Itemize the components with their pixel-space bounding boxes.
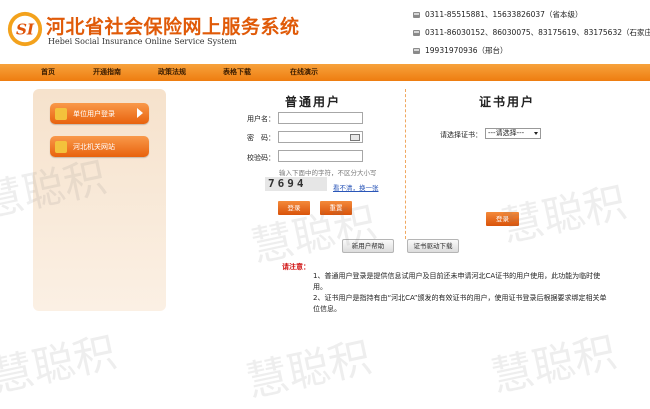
- site-subtitle: Hebei Social Insurance Online Service Sy…: [48, 37, 237, 46]
- login-button[interactable]: 登录: [278, 201, 310, 215]
- sidebar-panel: 单位用户登录 河北机关网站: [33, 89, 166, 311]
- contact-text: 0311-86030152、86030075、83175619、83175632…: [425, 28, 650, 37]
- cert-driver-download-button[interactable]: 证书驱动下载: [407, 239, 459, 253]
- watermark: 慧聪积: [486, 327, 621, 402]
- contact-text: 0311-85515881、15633826037（省本级）: [425, 10, 583, 19]
- chevron-down-icon: [534, 132, 538, 135]
- captcha-input[interactable]: [278, 150, 363, 162]
- watermark: 慧聪积: [246, 197, 381, 272]
- main-nav: 首页 开通指南 政策法规 表格下载 在线演示: [0, 64, 650, 81]
- main-content: 单位用户登录 河北机关网站 普通用户 用户名： 密 码： 校验码： 输入下面中的…: [0, 81, 650, 406]
- watermark: 慧聪积: [241, 332, 376, 407]
- contact-line-1: 0311-85515881、15633826037（省本级）: [413, 9, 582, 20]
- svg-text:SI: SI: [16, 21, 35, 39]
- arrow-right-icon: [137, 108, 143, 118]
- star-icon: [55, 140, 67, 153]
- normal-login-title: 普通用户: [285, 95, 342, 109]
- nav-policy[interactable]: 政策法规: [158, 64, 186, 81]
- phone-icon: [413, 47, 420, 54]
- contact-text: 19931970936（邢台）: [425, 46, 508, 55]
- watermark: 慧聪积: [0, 327, 121, 402]
- cert-select-value: ---请选择---: [488, 129, 525, 137]
- user-icon: [55, 107, 67, 120]
- captcha-hint: 输入下面中的字符，不区分大小写: [279, 169, 377, 177]
- notice-item-1: 1、普通用户登录是提供信息试用户及目前还未申请河北CA证书的用户使用，此功能为临…: [313, 272, 601, 291]
- nav-home[interactable]: 首页: [41, 64, 55, 81]
- username-input[interactable]: [278, 112, 363, 124]
- cert-login-title: 证书用户: [479, 95, 536, 109]
- password-input[interactable]: [278, 131, 363, 143]
- site-title: 河北省社会保险网上服务系统: [46, 16, 300, 38]
- nav-demo[interactable]: 在线演示: [290, 64, 318, 81]
- new-user-help-button[interactable]: 新用户帮助: [342, 239, 394, 253]
- reset-button[interactable]: 重置: [320, 201, 352, 215]
- site-header: SI 河北省社会保险网上服务系统 Hebei Social Insurance …: [0, 0, 650, 64]
- cert-select-label: 请选择证书：: [440, 131, 482, 139]
- phone-icon: [413, 11, 420, 18]
- cert-select[interactable]: ---请选择---: [485, 128, 541, 139]
- captcha-image: 7694: [265, 177, 327, 191]
- nav-forms[interactable]: 表格下载: [223, 64, 251, 81]
- nav-guide[interactable]: 开通指南: [93, 64, 121, 81]
- cert-login-button[interactable]: 登录: [486, 212, 519, 226]
- notice-item-2: 2、证书用户是指持有由“河北CA”颁发的有效证书的用户，使用证书登录后根据要求绑…: [313, 294, 607, 313]
- contact-line-2: 0311-86030152、86030075、83175619、83175632…: [413, 27, 650, 38]
- keyboard-icon[interactable]: [350, 134, 360, 141]
- notice-title: 请注意：: [282, 263, 310, 271]
- si-logo-icon: SI: [7, 11, 43, 47]
- phone-icon: [413, 29, 420, 36]
- contact-line-3: 19931970936（邢台）: [413, 45, 508, 56]
- gov-site-button[interactable]: 河北机关网站: [50, 136, 149, 157]
- refresh-captcha-link[interactable]: 看不清，换一张: [333, 182, 379, 192]
- unit-login-button[interactable]: 单位用户登录: [50, 103, 149, 124]
- gov-site-label: 河北机关网站: [73, 142, 115, 151]
- unit-login-label: 单位用户登录: [73, 109, 115, 118]
- captcha-label: 校验码：: [247, 154, 275, 162]
- section-divider: [405, 89, 406, 239]
- username-label: 用户名：: [247, 115, 275, 123]
- password-label: 密 码：: [247, 134, 275, 142]
